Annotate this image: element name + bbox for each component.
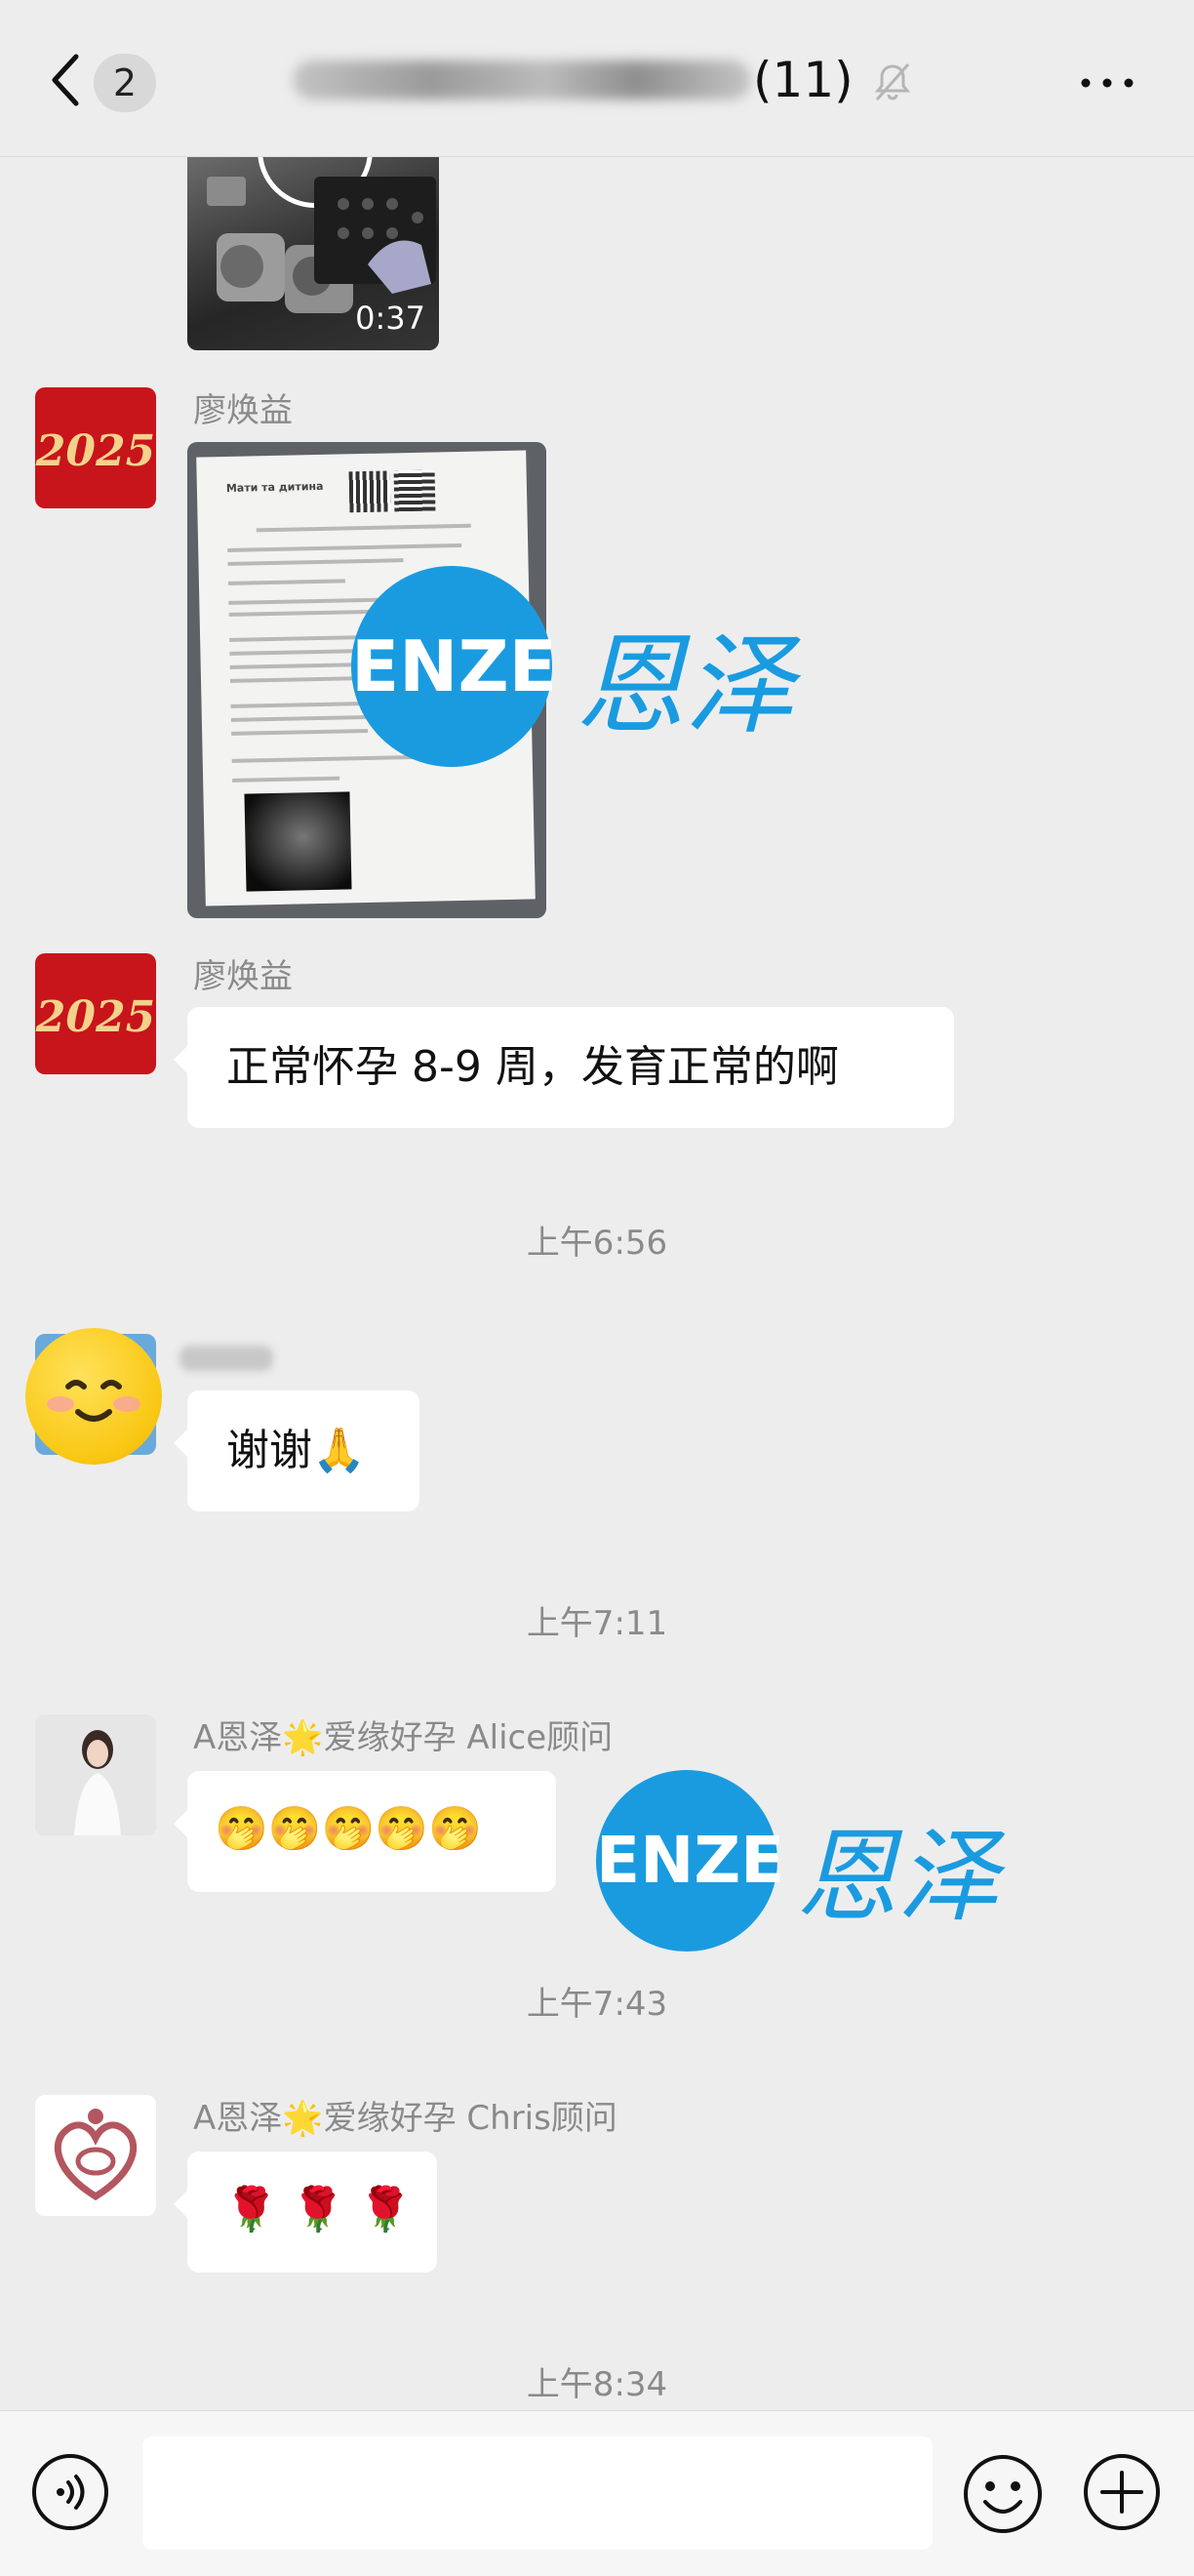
- sender-name: A恩泽🌟爱缘好孕 Chris顾问: [193, 2099, 617, 2138]
- bell-muted-icon: [874, 63, 911, 101]
- avatar-2025-artwork: 2025: [35, 992, 155, 1042]
- message-input[interactable]: [142, 2436, 933, 2550]
- more-dots-icon[interactable]: [1081, 78, 1134, 88]
- advisor-photo: [35, 1714, 156, 1835]
- text-line: [227, 543, 462, 552]
- sender-name: 廖焕益: [193, 391, 293, 430]
- message-timestamp: 上午6:56: [526, 1224, 668, 1263]
- enze-watermark-logo: ENZE: [596, 1770, 784, 1952]
- avatar[interactable]: 2025: [35, 953, 156, 1074]
- message-bubble[interactable]: 🤭🤭🤭🤭🤭: [174, 1771, 556, 1892]
- svg-text:2025: 2025: [35, 426, 155, 476]
- avatar[interactable]: 2025: [35, 387, 156, 508]
- unread-count-badge[interactable]: 2: [94, 54, 156, 112]
- avatar[interactable]: [35, 2095, 156, 2216]
- avatar[interactable]: [35, 1714, 156, 1835]
- chevron-left-icon[interactable]: [43, 51, 92, 109]
- ultrasound-scan: [244, 791, 352, 892]
- avatar-2025-artwork: 2025: [35, 426, 155, 476]
- text-line: [232, 776, 340, 783]
- svg-text:2025: 2025: [35, 992, 155, 1042]
- message-bubble[interactable]: 谢谢🙏: [174, 1390, 419, 1511]
- message-list[interactable]: 0:37 2025 廖焕益 Мати та дитина 2025 廖焕益 正常…: [0, 157, 1194, 2410]
- text-line: [227, 579, 345, 585]
- message-timestamp: 上午8:34: [526, 2365, 668, 2404]
- report-header-text: Мати та дитина: [225, 479, 324, 495]
- group-title-redacted: [293, 60, 751, 100]
- video-message[interactable]: 0:37: [187, 157, 439, 350]
- text-line: [231, 728, 369, 736]
- group-member-count: (11): [753, 52, 854, 108]
- text-line: [227, 558, 404, 566]
- qr-code: [348, 470, 391, 513]
- chat-header: 2 (11): [0, 0, 1194, 157]
- message-timestamp: 上午7:43: [526, 1985, 668, 2024]
- video-duration: 0:37: [355, 300, 425, 337]
- emoji-icon[interactable]: [962, 2453, 1044, 2535]
- enze-watermark-logo: ENZE: [351, 566, 557, 767]
- message-timestamp: 上午7:11: [526, 1604, 668, 1643]
- input-bar: [0, 2410, 1194, 2576]
- text-line: [256, 523, 471, 533]
- enze-watermark-text: 恩泽: [796, 1817, 1000, 1936]
- text-line: [231, 754, 418, 763]
- enze-watermark-text: 恩泽: [576, 623, 794, 749]
- sender-name: 廖焕益: [193, 957, 293, 996]
- smiley-sticker: [25, 1328, 162, 1465]
- sender-name-redacted: [179, 1346, 273, 1371]
- qr-code: [393, 469, 436, 512]
- heart-logo-icon: [54, 2109, 138, 2201]
- voice-icon[interactable]: [31, 2453, 109, 2531]
- message-bubble[interactable]: 正常怀孕 8-9 周，发育正常的啊: [174, 1007, 954, 1128]
- sender-name: A恩泽🌟爱缘好孕 Alice顾问: [193, 1718, 614, 1757]
- plus-icon[interactable]: [1083, 2453, 1161, 2531]
- message-bubble[interactable]: 🌹 🌹 🌹: [174, 2152, 437, 2273]
- smiley-face-icon: [47, 1380, 140, 1422]
